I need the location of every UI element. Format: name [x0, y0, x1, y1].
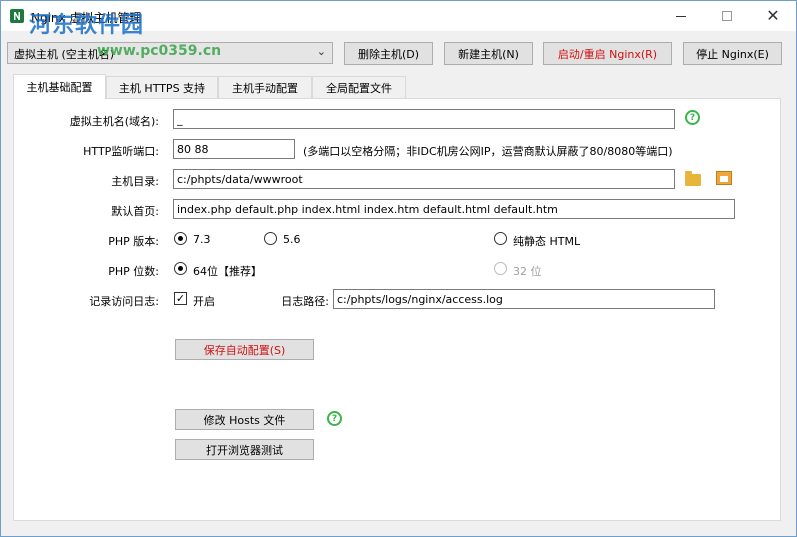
http-port-input[interactable] [173, 139, 295, 159]
php-73-radio[interactable] [174, 232, 187, 245]
php-32bit-label: 32 位 [513, 265, 542, 278]
http-port-hint: (多端口以空格分隔；非IDC机房公网IP，运营商默认屏蔽了80/8080等端口) [303, 145, 673, 158]
main-window: Nginx 虚拟主机管理 河东软件园 ✕ 虚拟主机 (空主机名) ⌄ www.p… [0, 0, 797, 537]
php-version-label: PHP 版本: [108, 235, 159, 248]
php-56-label: 5.6 [283, 233, 301, 246]
php-56-radio[interactable] [264, 232, 277, 245]
new-host-button[interactable]: 新建主机(N) [444, 42, 533, 65]
php-bits-label: PHP 位数: [108, 265, 159, 278]
index-label: 默认首页: [111, 205, 159, 218]
root-dir-input[interactable] [173, 169, 675, 189]
open-browser-button[interactable]: 打开浏览器测试 [175, 439, 314, 460]
php-73-label: 7.3 [193, 233, 211, 246]
delete-host-button[interactable]: 删除主机(D) [344, 42, 433, 65]
php-64bit-label: 64位【推荐】 [193, 265, 262, 278]
open-folder-icon[interactable] [716, 171, 732, 185]
tab-panel-basic [13, 98, 781, 521]
chevron-down-icon: ⌄ [316, 45, 326, 58]
access-log-check-label: 开启 [193, 295, 215, 308]
tab-https[interactable]: 主机 HTTPS 支持 [106, 76, 218, 98]
http-port-label: HTTP监听端口: [83, 145, 159, 158]
hostname-label: 虚拟主机名(域名): [69, 115, 159, 128]
log-path-label: 日志路径: [281, 295, 329, 308]
tab-basic-config[interactable]: 主机基础配置 [13, 74, 106, 99]
hosts-help-icon[interactable]: ? [327, 411, 342, 426]
watermark-logo: 河东软件园 [29, 12, 145, 38]
access-log-label: 记录访问日志: [89, 295, 159, 308]
php-32bit-radio [494, 262, 507, 275]
tab-manual-config[interactable]: 主机手动配置 [218, 76, 312, 98]
watermark-url: www.pc0359.cn [97, 43, 222, 59]
browse-folder-icon[interactable] [685, 171, 701, 186]
minimize-button[interactable] [658, 1, 704, 31]
save-config-button[interactable]: 保存自动配置(S) [175, 339, 314, 360]
title-bar[interactable]: Nginx 虚拟主机管理 河东软件园 ✕ [1, 1, 796, 38]
root-dir-label: 主机目录: [111, 175, 159, 188]
log-path-input[interactable] [333, 289, 715, 309]
minimize-icon [676, 15, 686, 17]
close-icon: ✕ [766, 6, 780, 25]
maximize-icon [722, 11, 732, 21]
access-log-checkbox[interactable]: ✓ [174, 292, 187, 305]
static-html-label: 纯静态 HTML [513, 235, 581, 248]
hostname-input[interactable] [173, 109, 675, 129]
help-icon[interactable]: ? [685, 110, 700, 125]
edit-hosts-button[interactable]: 修改 Hosts 文件 [175, 409, 314, 430]
index-input[interactable] [173, 199, 735, 219]
stop-nginx-button[interactable]: 停止 Nginx(E) [683, 42, 782, 65]
php-64bit-radio[interactable] [174, 262, 187, 275]
restart-nginx-button[interactable]: 启动/重启 Nginx(R) [543, 42, 672, 65]
static-html-radio[interactable] [494, 232, 507, 245]
tab-global-config[interactable]: 全局配置文件 [312, 76, 406, 98]
nginx-app-icon [10, 9, 24, 23]
close-button[interactable]: ✕ [750, 1, 796, 31]
maximize-button[interactable] [704, 1, 750, 31]
